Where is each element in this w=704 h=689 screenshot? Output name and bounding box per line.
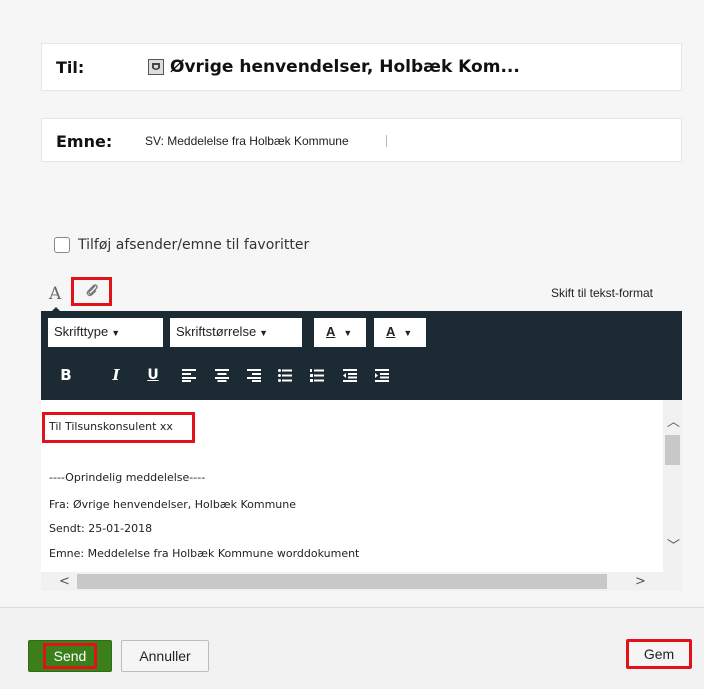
scroll-right-icon[interactable]: >	[635, 575, 646, 588]
favorite-checkbox[interactable]	[54, 237, 70, 253]
recipient-name: Øvrige henvendelser, Holbæk Kom...	[170, 57, 520, 77]
bullet-list-icon	[278, 368, 292, 382]
outdent-button[interactable]	[339, 363, 361, 387]
numbered-list-button[interactable]	[306, 363, 328, 387]
editor-line: ----Oprindelig meddelelse----	[49, 471, 206, 484]
outdent-icon	[343, 368, 357, 382]
align-left-icon	[182, 368, 196, 382]
switch-to-text-format-link[interactable]: Skift til tekst-format	[551, 286, 653, 300]
caret-down-icon: ▼	[111, 328, 121, 338]
bold-button[interactable]: B	[55, 363, 77, 387]
send-button[interactable]: Send	[28, 640, 112, 672]
rich-text-format-icon[interactable]: A	[49, 284, 61, 304]
send-label: Send	[42, 643, 98, 669]
cancel-button[interactable]: Annuller	[121, 640, 209, 672]
editor-line: Emne: Meddelelse fra Holbæk Kommune word…	[49, 547, 360, 560]
editor-line: Fra: Øvrige henvendelser, Holbæk Kommune	[49, 498, 297, 511]
indent-button[interactable]	[371, 363, 393, 387]
background-color-dropdown[interactable]: A ▼	[374, 318, 426, 347]
numbered-list-icon	[310, 368, 324, 382]
compose-panel: Til: Øvrige henvendelser, Holbæk Kom... …	[0, 0, 704, 607]
message-editor[interactable]: Til Tilsunskonsulent xx ----Oprindelig m…	[41, 400, 682, 591]
footer-bar: Send Annuller Gem	[0, 607, 704, 689]
vertical-scrollbar[interactable]: ︿ ﹀	[663, 400, 682, 572]
scroll-down-icon[interactable]: ﹀	[667, 540, 680, 553]
cancel-label: Annuller	[139, 648, 191, 664]
scroll-left-icon[interactable]: <	[59, 575, 70, 588]
caret-down-icon: ▼	[403, 328, 413, 338]
align-right-icon	[247, 368, 261, 382]
caret-down-icon: ▼	[343, 328, 353, 338]
subject-field[interactable]: Emne: SV: Meddelelse fra Holbæk Kommune	[41, 118, 682, 162]
paperclip-icon	[84, 282, 100, 302]
italic-icon: I	[112, 366, 120, 384]
italic-button[interactable]: I	[105, 363, 127, 387]
align-center-button[interactable]	[211, 363, 233, 387]
align-left-button[interactable]	[178, 363, 200, 387]
underline-button[interactable]: U	[142, 363, 164, 387]
municipality-crest-icon	[148, 59, 164, 75]
font-size-label: Skriftstørrelse	[176, 324, 257, 339]
save-label: Gem	[643, 646, 675, 662]
align-center-icon	[215, 368, 229, 382]
text-caret	[386, 135, 387, 147]
font-family-dropdown[interactable]: Skrifttype ▼	[48, 318, 163, 347]
favorite-label[interactable]: Tilføj afsender/emne til favoritter	[78, 237, 309, 253]
editor-line: Til Tilsunskonsulent xx	[49, 420, 173, 433]
text-color-icon: A	[326, 324, 336, 339]
scroll-up-icon[interactable]: ︿	[667, 416, 680, 429]
horizontal-scroll-thumb[interactable]	[77, 574, 607, 589]
bullet-list-button[interactable]	[274, 363, 296, 387]
align-right-button[interactable]	[243, 363, 265, 387]
scrollbar-corner	[663, 572, 682, 591]
attachment-button[interactable]	[71, 277, 112, 306]
horizontal-scrollbar[interactable]: < >	[41, 572, 663, 591]
vertical-scroll-thumb[interactable]	[665, 435, 680, 465]
text-color-dropdown[interactable]: A ▼	[314, 318, 366, 347]
underline-icon: U	[147, 367, 159, 383]
font-size-dropdown[interactable]: Skriftstørrelse ▼	[170, 318, 302, 347]
bold-icon: B	[60, 366, 72, 384]
background-color-icon: A	[386, 324, 396, 339]
caret-down-icon: ▼	[259, 328, 269, 338]
indent-icon	[375, 368, 389, 382]
subject-input[interactable]: SV: Meddelelse fra Holbæk Kommune	[145, 134, 349, 148]
subject-label: Emne:	[56, 132, 113, 151]
font-family-label: Skrifttype	[54, 324, 109, 339]
recipient-field[interactable]: Til: Øvrige henvendelser, Holbæk Kom...	[41, 43, 682, 91]
to-label: Til:	[56, 58, 85, 77]
editor-line: Sendt: 25-01-2018	[49, 522, 153, 535]
editor-toolbar: Skrifttype ▼ Skriftstørrelse ▼ A ▼ A ▼ B I U	[41, 311, 682, 400]
save-button[interactable]: Gem	[626, 639, 692, 669]
